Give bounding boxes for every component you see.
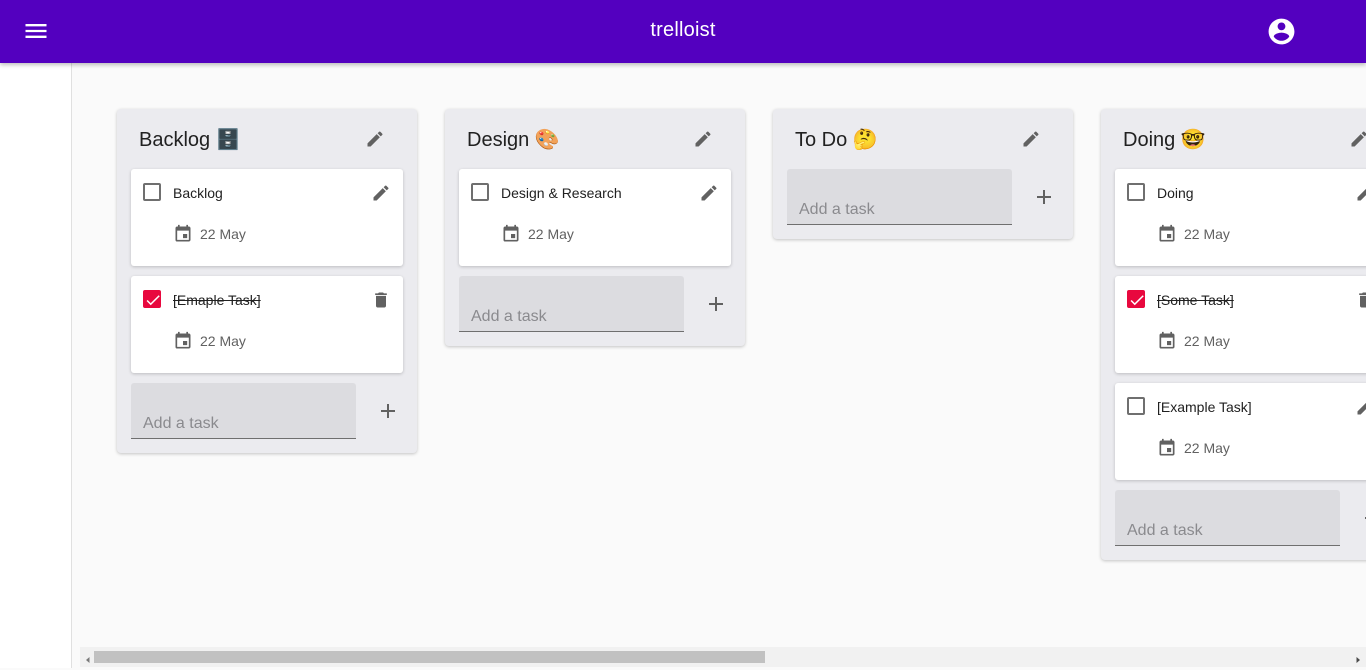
add-task-row bbox=[445, 276, 745, 346]
add-icon[interactable] bbox=[1032, 185, 1056, 209]
task-text: [Some Task] bbox=[1157, 292, 1234, 308]
task-checkbox[interactable] bbox=[1127, 397, 1145, 415]
edit-task-icon[interactable] bbox=[1355, 183, 1366, 203]
list-header: To Do 🤔 bbox=[773, 109, 1073, 169]
task-card[interactable]: [Example Task] 22 May bbox=[1115, 383, 1366, 480]
task-checkbox[interactable] bbox=[1127, 290, 1145, 308]
add-icon[interactable] bbox=[376, 399, 400, 423]
list-todo: To Do 🤔 bbox=[773, 109, 1073, 239]
scroll-left-arrow-icon[interactable] bbox=[83, 652, 93, 663]
task-checkbox[interactable] bbox=[471, 183, 489, 201]
calendar-icon bbox=[175, 224, 191, 242]
calendar-icon bbox=[1159, 331, 1175, 349]
list-title: Doing 🤓 bbox=[1123, 129, 1206, 151]
list-header: Backlog 🗄️ bbox=[117, 109, 417, 169]
edit-task-icon[interactable] bbox=[699, 183, 719, 203]
add-task-input[interactable] bbox=[1115, 490, 1340, 546]
task-text: Backlog bbox=[173, 185, 223, 201]
task-date: 22 May bbox=[173, 224, 246, 244]
task-date: 22 May bbox=[1157, 224, 1230, 244]
calendar-icon bbox=[503, 224, 519, 242]
list-title: Design 🎨 bbox=[467, 129, 560, 151]
add-icon[interactable] bbox=[704, 292, 728, 316]
task-text: [Emaple Task] bbox=[173, 292, 261, 308]
task-date-text: 22 May bbox=[200, 333, 246, 349]
add-task-input[interactable] bbox=[787, 169, 1012, 225]
task-checkbox[interactable] bbox=[1127, 183, 1145, 201]
task-card[interactable]: [Some Task] 22 May bbox=[1115, 276, 1366, 373]
list-design: Design 🎨 Design & Research 22 May bbox=[445, 109, 745, 346]
app-bar: trelloist bbox=[0, 0, 1366, 63]
task-date: 22 May bbox=[1157, 331, 1230, 351]
calendar-icon bbox=[175, 331, 191, 349]
task-date-text: 22 May bbox=[1184, 333, 1230, 349]
task-date-text: 22 May bbox=[200, 226, 246, 242]
task-date: 22 May bbox=[1157, 438, 1230, 458]
edit-list-icon[interactable] bbox=[1349, 129, 1366, 149]
add-task-input[interactable] bbox=[131, 383, 356, 439]
edit-list-icon[interactable] bbox=[365, 129, 385, 149]
task-card[interactable]: Backlog 22 May bbox=[131, 169, 403, 266]
task-date: 22 May bbox=[501, 224, 574, 244]
task-checkbox[interactable] bbox=[143, 183, 161, 201]
scrollbar-thumb[interactable] bbox=[94, 651, 765, 663]
add-task-row bbox=[117, 383, 417, 453]
delete-icon[interactable] bbox=[371, 290, 391, 310]
sidebar bbox=[0, 63, 72, 668]
account-circle-icon[interactable] bbox=[1266, 16, 1297, 47]
edit-task-icon[interactable] bbox=[371, 183, 391, 203]
edit-list-icon[interactable] bbox=[1021, 129, 1041, 149]
task-text: Doing bbox=[1157, 185, 1194, 201]
horizontal-scrollbar[interactable] bbox=[80, 647, 1366, 667]
add-task-row bbox=[1101, 490, 1366, 560]
task-card[interactable]: Design & Research 22 May bbox=[459, 169, 731, 266]
list-header: Doing 🤓 bbox=[1101, 109, 1366, 169]
task-date: 22 May bbox=[173, 331, 246, 351]
task-text: Design & Research bbox=[501, 185, 622, 201]
task-date-text: 22 May bbox=[528, 226, 574, 242]
list-title: To Do 🤔 bbox=[795, 129, 878, 151]
list-doing: Doing 🤓 Doing 22 May [Some Task] 22 May … bbox=[1101, 109, 1366, 560]
calendar-icon bbox=[1159, 224, 1175, 242]
scroll-right-arrow-icon[interactable] bbox=[1353, 652, 1363, 663]
list-header: Design 🎨 bbox=[445, 109, 745, 169]
app-title: trelloist bbox=[650, 19, 716, 41]
task-card[interactable]: Doing 22 May bbox=[1115, 169, 1366, 266]
task-text: [Example Task] bbox=[1157, 399, 1252, 415]
add-task-input[interactable] bbox=[459, 276, 684, 332]
list-backlog: Backlog 🗄️ Backlog 22 May [Emaple Task] bbox=[117, 109, 417, 453]
task-card[interactable]: [Emaple Task] 22 May bbox=[131, 276, 403, 373]
board: Backlog 🗄️ Backlog 22 May [Emaple Task] bbox=[72, 63, 1366, 647]
edit-task-icon[interactable] bbox=[1355, 397, 1366, 417]
task-checkbox[interactable] bbox=[143, 290, 161, 308]
edit-list-icon[interactable] bbox=[693, 129, 713, 149]
task-date-text: 22 May bbox=[1184, 440, 1230, 456]
task-date-text: 22 May bbox=[1184, 226, 1230, 242]
delete-icon[interactable] bbox=[1355, 290, 1366, 310]
list-title: Backlog 🗄️ bbox=[139, 129, 241, 151]
add-icon[interactable] bbox=[1360, 506, 1366, 530]
add-task-row bbox=[773, 169, 1073, 239]
calendar-icon bbox=[1159, 438, 1175, 456]
